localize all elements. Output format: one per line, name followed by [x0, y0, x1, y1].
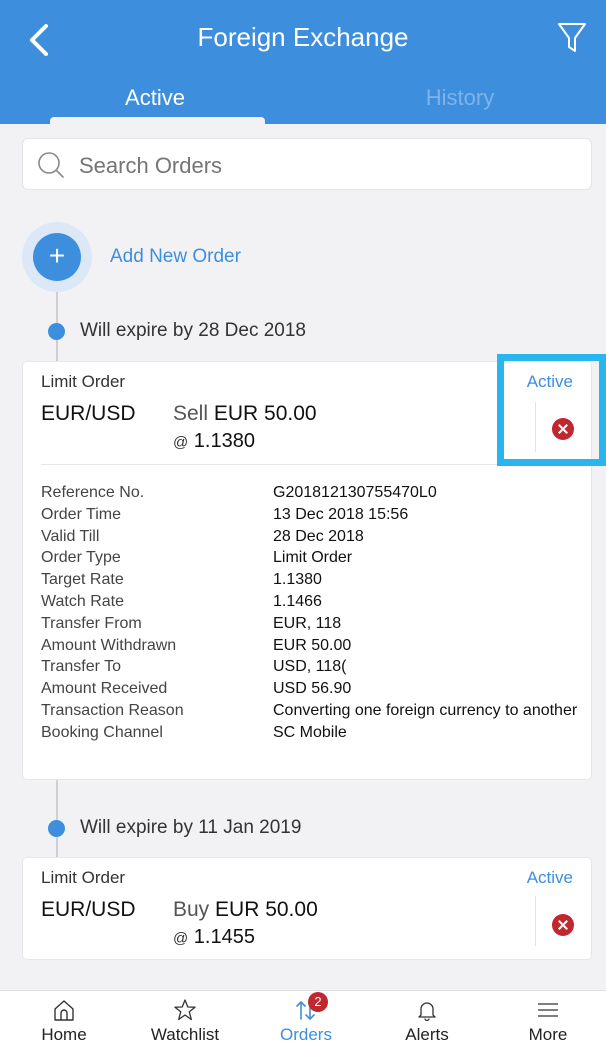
- nav-home[interactable]: Home: [14, 991, 114, 1060]
- expiry-label: Will expire by 11 Jan 2019: [80, 817, 302, 838]
- detail-label: Booking Channel: [41, 723, 163, 741]
- timeline-line: [56, 780, 58, 858]
- menu-icon: [538, 1003, 558, 1017]
- detail-value: 1.1380: [273, 571, 322, 589]
- star-icon: [174, 999, 196, 1021]
- bell-icon: [418, 1002, 436, 1021]
- detail-label: Order Type: [41, 549, 121, 567]
- order-type: Limit Order: [41, 372, 126, 391]
- detail-label: Transfer To: [41, 658, 122, 676]
- tab-active[interactable]: Active: [100, 85, 210, 111]
- detail-label: Transaction Reason: [41, 701, 184, 719]
- nav-alerts[interactable]: Alerts: [377, 991, 477, 1060]
- detail-label: Amount Received: [41, 680, 168, 698]
- detail-row-amount-received: Amount Received USD 56.90: [41, 678, 581, 700]
- highlight-box: [497, 354, 606, 466]
- order-amount: EUR 50.00: [215, 898, 318, 921]
- home-icon: [54, 1000, 74, 1021]
- app-header: Foreign Exchange Active History: [0, 0, 606, 124]
- detail-label: Transfer From: [41, 614, 142, 632]
- detail-value: SC Mobile: [273, 723, 347, 741]
- detail-row-valid-till: Valid Till 28 Dec 2018: [41, 526, 581, 548]
- currency-pair: EUR/USD: [41, 402, 136, 425]
- timeline-dot: [48, 820, 65, 837]
- nav-label: More: [528, 1025, 568, 1044]
- detail-row-transaction-reason: Transaction Reason Converting one foreign…: [41, 700, 581, 722]
- order-rate: @ 1.1380: [173, 430, 255, 453]
- notification-badge: 2: [308, 992, 328, 1012]
- rate-prefix: @: [173, 930, 189, 947]
- detail-row-order-time: Order Time 13 Dec 2018 15:56: [41, 504, 581, 526]
- detail-row-reference: Reference No. G201812130755470L0: [41, 482, 581, 504]
- detail-value: EUR 50.00: [273, 636, 352, 654]
- page-title: Foreign Exchange: [197, 22, 409, 52]
- detail-row-transfer-to: Transfer To USD, 118(: [41, 656, 581, 678]
- cancel-order-icon[interactable]: [552, 914, 574, 936]
- detail-label: Reference No.: [41, 484, 145, 501]
- status-badge: Active: [526, 868, 573, 887]
- add-order-link[interactable]: Add New Order: [110, 246, 241, 268]
- detail-label: Watch Rate: [41, 592, 124, 610]
- search-bar[interactable]: [22, 138, 592, 190]
- bottom-nav: Home Watchlist 2 Orders Alerts More: [0, 990, 606, 1060]
- nav-label: Orders: [280, 1025, 332, 1044]
- nav-more[interactable]: More: [498, 991, 598, 1060]
- order-side: Buy EUR 50.00: [173, 898, 318, 922]
- detail-row-target-rate: Target Rate 1.1380: [41, 569, 581, 591]
- nav-orders[interactable]: 2 Orders: [256, 991, 356, 1060]
- detail-label: Order Time: [41, 505, 122, 523]
- expiry-label: Will expire by 28 Dec 2018: [80, 320, 306, 341]
- detail-label: Target Rate: [41, 571, 124, 589]
- detail-value: Limit Order: [273, 549, 353, 567]
- rate-value: 1.1455: [193, 926, 255, 948]
- detail-value: 13 Dec 2018 15:56: [273, 505, 409, 523]
- filter-icon[interactable]: [556, 20, 588, 56]
- currency-pair: EUR/USD: [41, 898, 136, 921]
- order-details: Reference No. G201812130755470L0 Order Ti…: [41, 482, 581, 744]
- order-amount: EUR 50.00: [213, 402, 317, 425]
- detail-value: EUR, 118: [273, 614, 342, 632]
- nav-label: Home: [41, 1025, 87, 1044]
- detail-label: Amount Withdrawn: [41, 636, 177, 654]
- detail-value: G201812130755470L0: [273, 484, 437, 501]
- detail-row-booking-channel: Booking Channel SC Mobile: [41, 722, 581, 744]
- add-order-button[interactable]: +: [33, 233, 81, 281]
- detail-row-watch-rate: Watch Rate 1.1466: [41, 591, 581, 613]
- detail-row-amount-withdrawn: Amount Withdrawn EUR 50.00: [41, 635, 581, 657]
- detail-value: USD 56.90: [273, 680, 352, 698]
- order-rate: @ 1.1455: [173, 926, 255, 949]
- detail-row-transfer-from: Transfer From EUR, 118: [41, 613, 581, 635]
- search-icon: [38, 152, 64, 178]
- search-input[interactable]: [79, 153, 559, 179]
- rate-value: 1.1380: [193, 430, 255, 452]
- order-type: Limit Order: [41, 868, 126, 887]
- nav-label: Alerts: [405, 1025, 449, 1044]
- nav-watchlist[interactable]: Watchlist: [135, 991, 235, 1060]
- order-direction: Buy: [173, 898, 210, 921]
- tab-history[interactable]: History: [400, 85, 520, 111]
- order-side: Sell EUR 50.00: [173, 402, 317, 426]
- detail-value: 28 Dec 2018: [273, 527, 364, 545]
- detail-value: Converting one foreign currency to anoth…: [273, 701, 578, 719]
- detail-row-order-type: Order Type Limit Order: [41, 547, 581, 569]
- active-tab-indicator: [50, 117, 265, 124]
- rate-prefix: @: [173, 434, 189, 451]
- divider: [535, 896, 536, 946]
- nav-label: Watchlist: [150, 1025, 220, 1044]
- order-direction: Sell: [173, 402, 209, 425]
- detail-value: 1.1466: [273, 592, 322, 610]
- order-card[interactable]: Limit Order Active EUR/USD Buy EUR 50.00…: [22, 857, 592, 960]
- detail-value: USD, 118(: [273, 658, 347, 676]
- timeline-dot: [48, 323, 65, 340]
- detail-label: Valid Till: [41, 527, 100, 545]
